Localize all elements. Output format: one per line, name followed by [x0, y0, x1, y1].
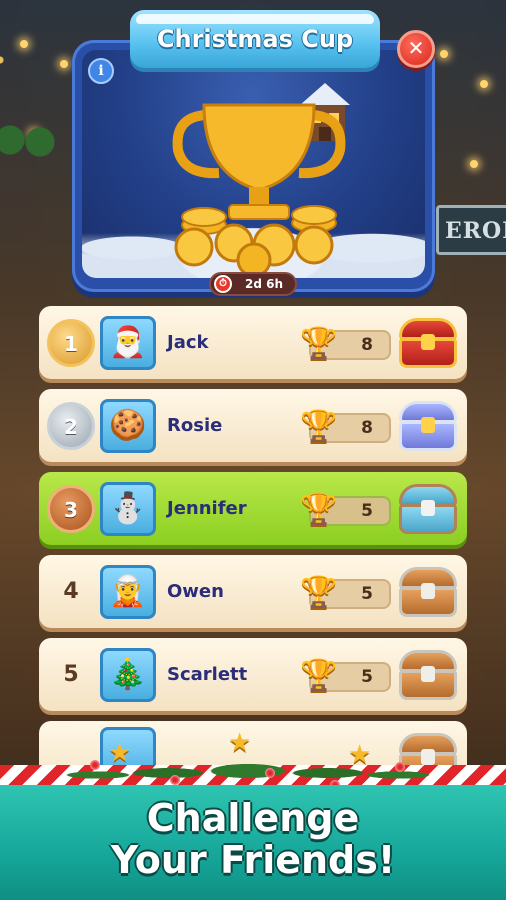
rank-badge: 3	[47, 485, 95, 533]
trophy-icon	[172, 103, 346, 278]
score-box: 🏆 8	[300, 409, 391, 444]
rank-number: 4	[63, 579, 79, 604]
event-timer: ⏱ 2d 6h	[209, 272, 297, 296]
score-value: 5	[361, 501, 373, 521]
star-icon: ★	[108, 738, 132, 768]
score-value: 8	[361, 418, 373, 438]
teal-chest-icon[interactable]	[397, 480, 459, 538]
wooden-chest-icon[interactable]	[397, 646, 459, 704]
leaderboard-row[interactable]: 1 🎅 Jack 🏆 8	[39, 306, 467, 379]
trophy-icon: 🏆	[300, 492, 338, 527]
rank-badge: 2	[47, 402, 95, 450]
close-button[interactable]: ✕	[397, 30, 435, 68]
player-name: Owen	[167, 581, 224, 602]
wooden-chest-icon[interactable]	[397, 563, 459, 621]
score-box: 🏆 8	[300, 326, 391, 361]
score-box: 🏆 5	[300, 575, 391, 610]
avatar: 🧝	[100, 565, 156, 619]
trophy-icon: 🏆	[300, 575, 338, 610]
star-icon: ★	[348, 740, 372, 770]
ornament-icon	[170, 775, 180, 785]
rank-badge: 1	[47, 319, 95, 367]
avatar: ⛄	[100, 482, 156, 536]
event-card	[72, 40, 435, 292]
avatar: 🍪	[100, 399, 156, 453]
player-name: Rosie	[167, 415, 223, 436]
player-name: Jack	[167, 332, 209, 353]
event-title: Christmas Cup	[156, 25, 354, 53]
red-chest-icon[interactable]	[397, 314, 459, 372]
promo-banner: Challenge Your Friends!	[0, 785, 506, 900]
star-icon: ★	[228, 728, 252, 758]
score-value: 5	[361, 667, 373, 687]
event-title-banner: Christmas Cup	[130, 10, 380, 68]
leaderboard-row[interactable]: 5 🎄 Scarlett 🏆 5	[39, 638, 467, 711]
trophy-icon: 🏆	[300, 326, 338, 361]
player-name: Scarlett	[167, 664, 248, 685]
rank-number: 5	[63, 662, 79, 687]
score-value: 8	[361, 335, 373, 355]
avatar: 🎄	[100, 648, 156, 702]
background-wreath	[0, 120, 70, 160]
trophy-icon: 🏆	[300, 409, 338, 444]
promo-line-2: Your Friends!	[110, 838, 396, 882]
clock-icon: ⏱	[214, 275, 232, 293]
leaderboard-row-current-player[interactable]: 3 ⛄ Jennifer 🏆 5	[39, 472, 467, 545]
avatar: 🎅	[100, 316, 156, 370]
event-card-art	[82, 50, 425, 278]
trophy-icon: 🏆	[300, 658, 338, 693]
silver-chest-icon[interactable]	[397, 397, 459, 455]
timer-value: 2d 6h	[245, 277, 284, 291]
leaderboard-row[interactable]: 4 🧝 Owen 🏆 5	[39, 555, 467, 628]
score-value: 5	[361, 584, 373, 604]
background-sign: ERON	[436, 205, 506, 255]
ornament-icon	[90, 760, 100, 770]
info-button[interactable]: i	[88, 58, 114, 84]
leaderboard-row[interactable]: 2 🍪 Rosie 🏆 8	[39, 389, 467, 462]
ornament-icon	[395, 762, 405, 772]
player-name: Jennifer	[167, 498, 247, 519]
score-box: 🏆 5	[300, 658, 391, 693]
ornament-icon	[265, 768, 275, 778]
score-box: 🏆 5	[300, 492, 391, 527]
promo-line-1: Challenge	[146, 796, 360, 840]
